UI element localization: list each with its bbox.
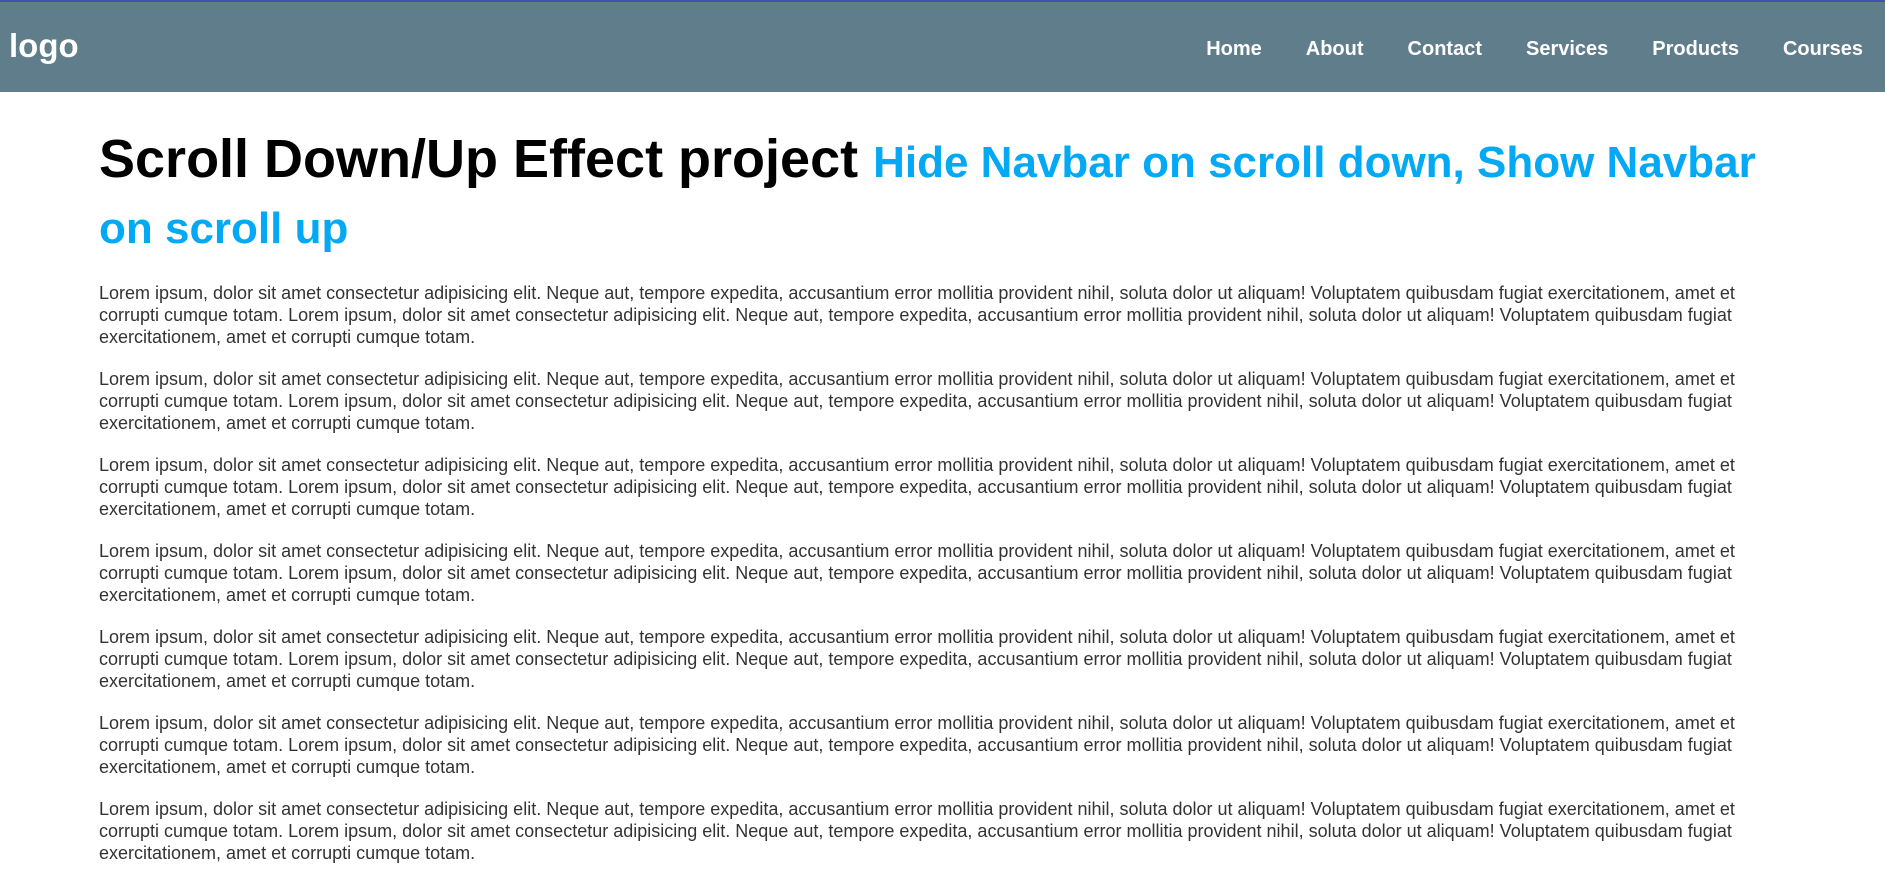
nav-link-services[interactable]: Services — [1526, 37, 1608, 61]
page-title: Scroll Down/Up Effect project — [99, 129, 859, 189]
paragraph: Lorem ipsum, dolor sit amet consectetur … — [99, 541, 1735, 605]
logo-link[interactable]: logo — [9, 26, 79, 66]
nav-link-home[interactable]: Home — [1206, 37, 1262, 61]
paragraph: Lorem ipsum, dolor sit amet consectetur … — [99, 283, 1735, 347]
nav-link-courses[interactable]: Courses — [1783, 37, 1863, 61]
paragraph: Lorem ipsum, dolor sit amet consectetur … — [99, 455, 1735, 519]
nav-link-products[interactable]: Products — [1652, 37, 1739, 61]
paragraph: Lorem ipsum, dolor sit amet consectetur … — [99, 627, 1735, 691]
main-content: Scroll Down/Up Effect project Hide Navba… — [99, 128, 1759, 884]
page-heading: Scroll Down/Up Effect project Hide Navba… — [99, 128, 1759, 260]
paragraph: Lorem ipsum, dolor sit amet consectetur … — [99, 369, 1735, 433]
nav-links: Home About Contact Services Products Cou… — [1162, 37, 1863, 61]
navbar: logo Home About Contact Services Product… — [0, 0, 1885, 92]
nav-link-about[interactable]: About — [1306, 37, 1364, 61]
paragraph: Lorem ipsum, dolor sit amet consectetur … — [99, 799, 1735, 863]
paragraph: Lorem ipsum, dolor sit amet consectetur … — [99, 713, 1735, 777]
nav-link-contact[interactable]: Contact — [1408, 37, 1482, 61]
